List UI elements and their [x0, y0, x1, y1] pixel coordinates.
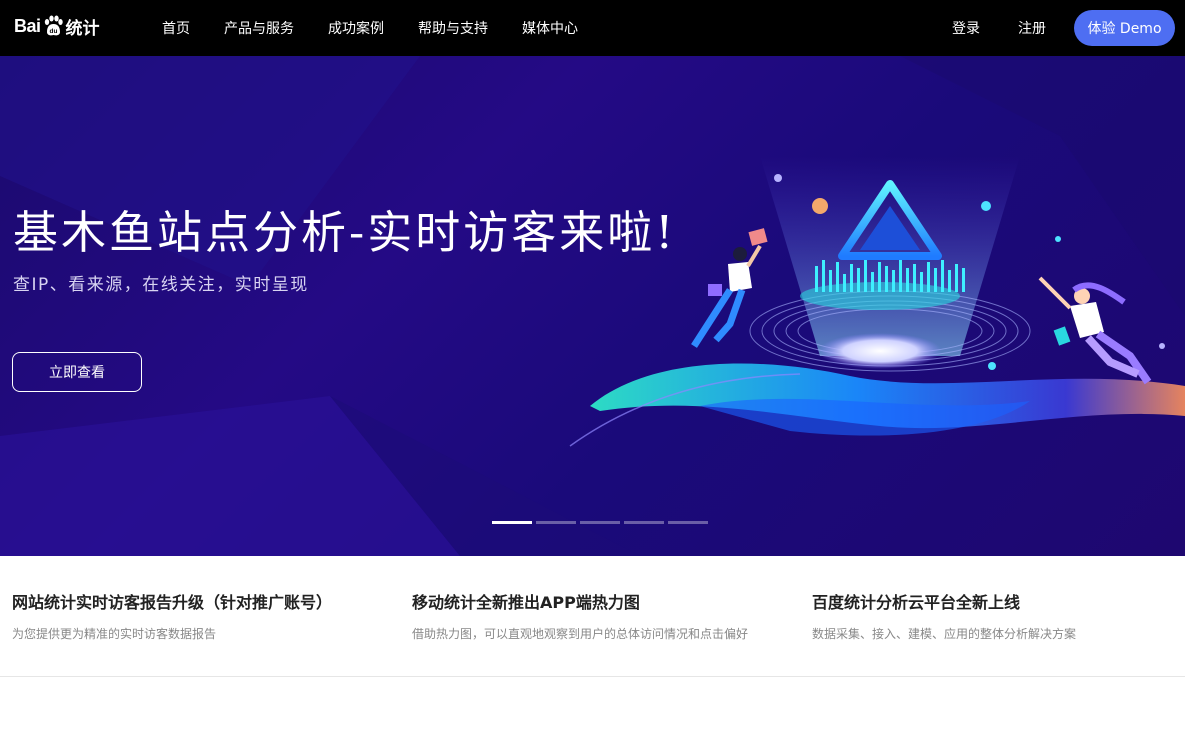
auth-area: 登录 注册 体验 Demo — [952, 0, 1175, 56]
top-navigation-bar: Bai du 统计 首页 产品与服务 成功案例 帮助与支持 媒体中心 登录 注册… — [0, 0, 1185, 56]
banner-title: 基木鱼站点分析-实时访客来啦! — [13, 206, 677, 259]
carousel-dot-5[interactable] — [668, 521, 708, 524]
nav-media-center[interactable]: 媒体中心 — [522, 18, 578, 38]
try-demo-button[interactable]: 体验 Demo — [1074, 10, 1175, 46]
news-description: 为您提供更为精准的实时访客数据报告 — [12, 627, 217, 641]
svg-text:du: du — [49, 28, 57, 35]
nav-success-cases[interactable]: 成功案例 — [328, 18, 384, 38]
login-link[interactable]: 登录 — [952, 18, 980, 38]
logo-cn-text: 统计 — [65, 18, 100, 39]
news-description: 数据采集、接入、建模、应用的整体分析解决方案 — [812, 627, 1077, 641]
news-strip: 网站统计实时访客报告升级（针对推广账号） 为您提供更为精准的实时访客数据报告 移… — [0, 556, 1185, 677]
news-description: 借助热力图，可以直观地观察到用户的总体访问情况和点击偏好 — [412, 627, 749, 641]
carousel-dot-4[interactable] — [624, 521, 664, 524]
carousel-indicators — [492, 521, 712, 524]
carousel-dot-1[interactable] — [492, 521, 532, 524]
view-now-button[interactable]: 立即查看 — [12, 352, 142, 392]
banner-subtitle: 查IP、看来源，在线关注，实时呈现 — [13, 275, 309, 295]
register-link[interactable]: 注册 — [1018, 18, 1046, 38]
baidu-tongji-logo[interactable]: Bai du 统计 — [14, 10, 100, 42]
news-title[interactable]: 移动统计全新推出APP端热力图 — [412, 589, 792, 613]
nav-products-services[interactable]: 产品与服务 — [224, 18, 294, 38]
carousel-dot-2[interactable] — [536, 521, 576, 524]
main-nav: 首页 产品与服务 成功案例 帮助与支持 媒体中心 — [162, 0, 612, 56]
banner-illustration — [0, 56, 1185, 556]
paw-icon: du — [44, 15, 63, 36]
news-item[interactable]: 网站统计实时访客报告升级（针对推广账号） 为您提供更为精准的实时访客数据报告 — [12, 589, 392, 642]
news-item[interactable]: 百度统计分析云平台全新上线 数据采集、接入、建模、应用的整体分析解决方案 — [812, 589, 1185, 642]
news-title[interactable]: 百度统计分析云平台全新上线 — [812, 589, 1185, 613]
logo-text: Bai — [14, 15, 41, 36]
hero-banner: 基木鱼站点分析-实时访客来啦! 查IP、看来源，在线关注，实时呈现 立即查看 — [0, 56, 1185, 556]
news-item[interactable]: 移动统计全新推出APP端热力图 借助热力图，可以直观地观察到用户的总体访问情况和… — [412, 589, 792, 642]
nav-help-support[interactable]: 帮助与支持 — [418, 18, 488, 38]
carousel-dot-3[interactable] — [580, 521, 620, 524]
news-title[interactable]: 网站统计实时访客报告升级（针对推广账号） — [12, 589, 392, 613]
nav-home[interactable]: 首页 — [162, 18, 190, 38]
